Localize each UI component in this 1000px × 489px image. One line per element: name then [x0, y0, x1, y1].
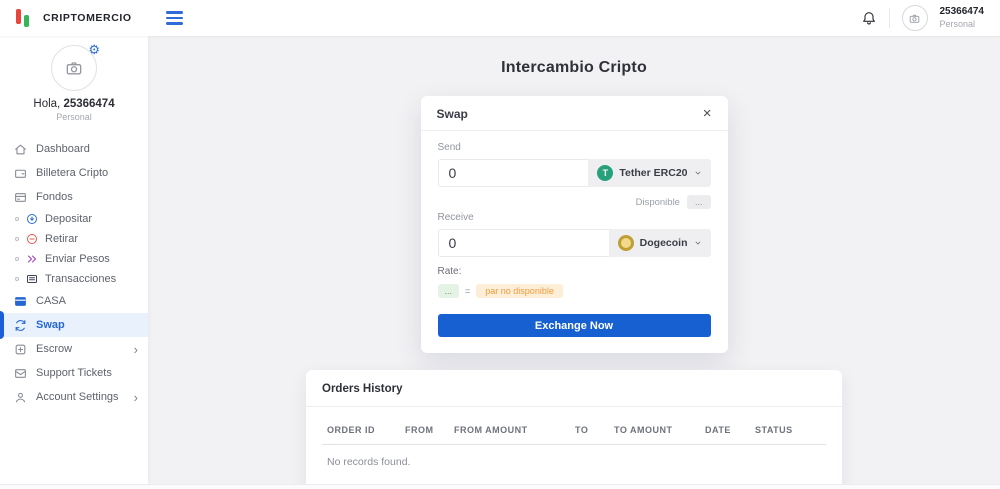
page-title: Intercambio Cripto [501, 59, 647, 77]
rate-label: Rate: [438, 266, 711, 277]
escrow-icon [14, 343, 27, 356]
rate-value: ... [438, 284, 460, 298]
sidebar-item-label: CASA [36, 295, 66, 307]
casa-icon [14, 295, 27, 308]
tickets-icon [14, 367, 27, 380]
send-amount-input[interactable] [438, 159, 589, 187]
sidebar-item-label: Fondos [36, 191, 73, 203]
dogecoin-icon [618, 235, 634, 251]
withdraw-icon [26, 233, 38, 245]
logo-green-bar [24, 15, 29, 27]
column-header: STATUS [755, 425, 821, 435]
column-header: ORDER ID [327, 425, 405, 435]
column-header: DATE [705, 425, 755, 435]
available-value: ... [687, 195, 711, 209]
account-icon [14, 391, 27, 404]
sidebar-profile: ⚙ Hola, 25366474 Personal [0, 36, 148, 122]
orders-history-card: Orders History ORDER IDFROMFROM AMOUNTTO… [306, 370, 842, 484]
notification-bell-icon[interactable] [861, 10, 877, 26]
sidebar-item-retirar[interactable]: Retirar [0, 229, 148, 249]
receive-token-select[interactable]: Dogecoin [609, 229, 711, 257]
brand-name: CRIPTOMERCIO [43, 12, 132, 24]
active-indicator [0, 311, 4, 339]
close-icon[interactable]: × [703, 106, 712, 121]
sidebar-item-label: Retirar [45, 233, 78, 245]
header-divider [889, 8, 890, 28]
swap-modal-title: Swap [437, 107, 468, 121]
sidebar-item-depositar[interactable]: Depositar [0, 209, 148, 229]
transactions-icon [26, 273, 38, 285]
user-type: Personal [940, 19, 985, 30]
sidebar-item-dashboard[interactable]: Dashboard [0, 137, 148, 161]
column-header: TO AMOUNT [614, 425, 705, 435]
receive-token-label: Dogecoin [640, 237, 688, 249]
brand-logo-icon[interactable] [16, 9, 29, 27]
chevron-right-icon: › [134, 343, 138, 356]
sidebar-item-support-tickets[interactable]: Support Tickets [0, 361, 148, 385]
rate-equals: = [465, 286, 470, 296]
send-pesos-icon [26, 253, 38, 265]
sidebar-item-account-settings[interactable]: Account Settings › [0, 385, 148, 409]
greeting-text: Hola, 25366474 [33, 98, 114, 110]
bottom-strip [0, 484, 1000, 489]
column-header: FROM AMOUNT [454, 425, 575, 435]
sidebar-item-label: Transacciones [45, 273, 116, 285]
sidebar-item-label: Escrow [36, 343, 72, 355]
sidebar-item-casa[interactable]: CASA [0, 289, 148, 313]
sidebar-item-label: Billetera Cripto [36, 167, 108, 179]
bullet-icon [15, 277, 19, 281]
tether-icon: T [597, 165, 613, 181]
sidebar-item-label: Support Tickets [36, 367, 112, 379]
profile-settings-gear-icon[interactable]: ⚙ [88, 43, 100, 56]
receive-label: Receive [438, 212, 711, 223]
column-header: TO [575, 425, 614, 435]
swap-modal: Swap × Send T Tether ERC20 [421, 96, 728, 353]
sidebar-item-enviar-pesos[interactable]: Enviar Pesos [0, 249, 148, 269]
exchange-now-button[interactable]: Exchange Now [438, 314, 711, 337]
rate-status-badge: par no disponible [476, 284, 563, 298]
orders-empty-message: No records found. [322, 445, 826, 470]
receive-amount-input[interactable] [438, 229, 609, 257]
sidebar-item-fondos[interactable]: Fondos [0, 185, 148, 209]
available-label: Disponible [636, 197, 680, 208]
sidebar-item-transacciones[interactable]: Transacciones [0, 269, 148, 289]
bullet-icon [15, 217, 19, 221]
sidebar-item-label: Depositar [45, 213, 92, 225]
user-avatar[interactable] [902, 5, 928, 31]
wallet-icon [14, 167, 27, 180]
sidebar-item-label: Enviar Pesos [45, 253, 110, 265]
sidebar-item-swap[interactable]: Swap [0, 313, 148, 337]
chevron-down-icon [694, 239, 702, 247]
column-header: FROM [405, 425, 454, 435]
main-content: Intercambio Cripto Swap × Send T Tether … [148, 36, 1000, 484]
send-label: Send [438, 142, 711, 153]
sidebar-item-label: Dashboard [36, 143, 90, 155]
send-token-select[interactable]: T Tether ERC20 [588, 159, 710, 187]
orders-history-title: Orders History [322, 383, 403, 395]
swap-icon [14, 319, 27, 332]
top-header: CRIPTOMERCIO 25366474 Personal [0, 0, 1000, 36]
app-window: CRIPTOMERCIO 25366474 Personal [0, 0, 1000, 489]
chevron-down-icon [694, 169, 702, 177]
sidebar-item-label: Swap [36, 319, 65, 331]
funds-icon [14, 191, 27, 204]
orders-table-header: ORDER IDFROMFROM AMOUNTTOTO AMOUNTDATEST… [322, 413, 826, 445]
chevron-right-icon: › [134, 391, 138, 404]
sidebar-item-escrow[interactable]: Escrow › [0, 337, 148, 361]
home-icon [14, 143, 27, 156]
sidebar-menu: Dashboard Billetera Cripto Fondos Depositar… [0, 137, 148, 409]
sidebar-item-billetera-cripto[interactable]: Billetera Cripto [0, 161, 148, 185]
account-type-label: Personal [56, 112, 92, 122]
send-token-label: Tether ERC20 [619, 167, 687, 179]
hamburger-menu-icon[interactable] [166, 11, 183, 25]
sidebar-item-label: Account Settings [36, 391, 119, 403]
user-info[interactable]: 25366474 Personal [940, 6, 985, 30]
bullet-icon [15, 237, 19, 241]
bullet-icon [15, 257, 19, 261]
sidebar: ⚙ Hola, 25366474 Personal Dashboard Bille… [0, 36, 148, 484]
logo-red-bar [16, 9, 21, 24]
user-id: 25366474 [940, 6, 985, 19]
deposit-icon [26, 213, 38, 225]
